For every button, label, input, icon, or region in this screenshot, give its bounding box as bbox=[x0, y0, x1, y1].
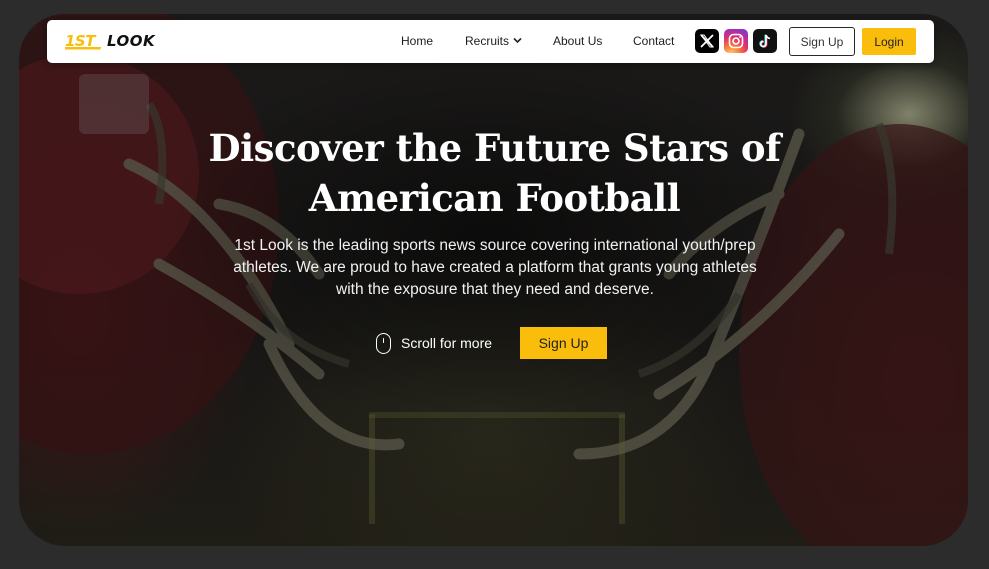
hero-headline: Discover the Future Stars of American Fo… bbox=[150, 123, 839, 223]
svg-text:LOOK: LOOK bbox=[107, 32, 156, 50]
nav-about-us[interactable]: About Us bbox=[553, 34, 602, 48]
svg-text:1ST: 1ST bbox=[65, 32, 97, 50]
headline-line-1: Discover the Future Stars of bbox=[208, 126, 781, 170]
description-line-1: 1st Look is the leading sports news sour… bbox=[234, 237, 756, 254]
chevron-down-icon[interactable] bbox=[513, 37, 522, 44]
nav-home[interactable]: Home bbox=[401, 34, 433, 48]
headline-line-2: American Football bbox=[308, 176, 681, 220]
description-line-3: with the exposure that they need and des… bbox=[336, 281, 654, 298]
instagram-icon[interactable] bbox=[724, 29, 748, 53]
scroll-label: Scroll for more bbox=[401, 335, 493, 351]
hero-sign-up-button[interactable]: Sign Up bbox=[520, 327, 607, 359]
hero-description: 1st Look is the leading sports news sour… bbox=[205, 235, 785, 301]
login-button[interactable]: Login bbox=[862, 28, 916, 55]
nav-recruits[interactable]: Recruits bbox=[465, 34, 509, 48]
nav-sign-up-button[interactable]: Sign Up bbox=[789, 27, 855, 56]
tiktok-icon[interactable] bbox=[753, 29, 777, 53]
1st-look-logo[interactable]: 1ST LOOK bbox=[65, 31, 171, 51]
scroll-for-more[interactable]: Scroll for more bbox=[376, 332, 492, 354]
x-icon[interactable] bbox=[695, 29, 719, 53]
mouse-scroll-icon bbox=[376, 332, 391, 354]
top-navbar: 1ST LOOK Home Recruits About Us Contact … bbox=[47, 20, 934, 63]
description-line-2: athletes. We are proud to have created a… bbox=[233, 259, 757, 276]
nav-contact[interactable]: Contact bbox=[633, 34, 674, 48]
